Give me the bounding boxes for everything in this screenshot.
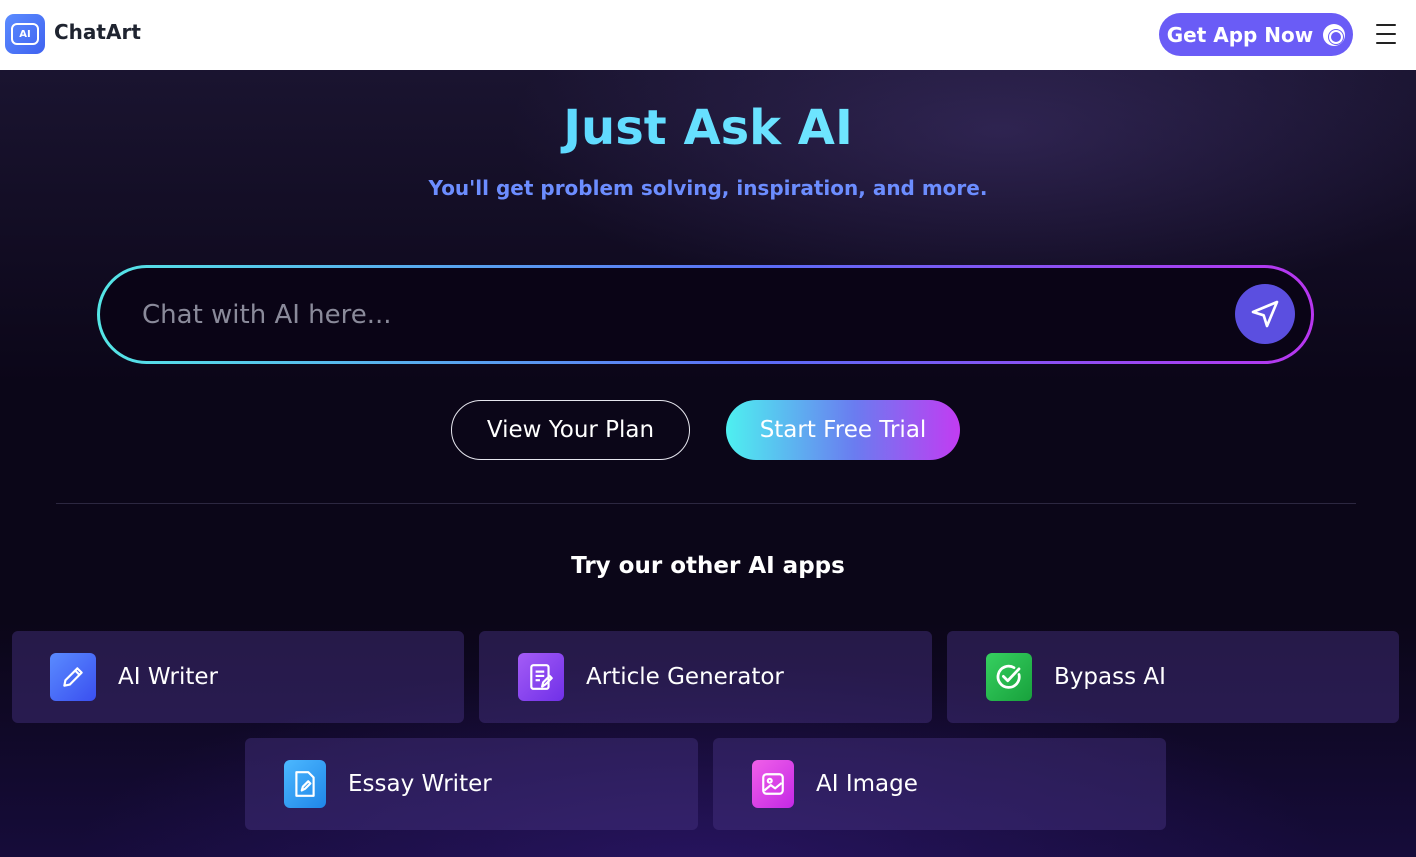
chrome-icon (1323, 23, 1346, 46)
app-card-ai-image[interactable]: AI Image (713, 738, 1166, 830)
app-label: Article Generator (586, 664, 784, 690)
start-free-trial-button[interactable]: Start Free Trial (726, 400, 960, 460)
get-app-button[interactable]: Get App Now (1159, 13, 1353, 56)
check-circle-icon (986, 653, 1032, 701)
chat-box-inner (100, 268, 1311, 361)
app-label: Essay Writer (348, 771, 492, 797)
top-navbar: AI ChatArt Get App Now (0, 0, 1416, 70)
chatart-logo-icon[interactable]: AI (5, 14, 45, 54)
pencil-icon (50, 653, 96, 701)
other-apps-heading: Try our other AI apps (571, 553, 845, 579)
divider (56, 503, 1356, 504)
app-card-bypass-ai[interactable]: Bypass AI (947, 631, 1399, 723)
send-button[interactable] (1235, 284, 1295, 344)
app-label: AI Image (816, 771, 918, 797)
get-app-label: Get App Now (1166, 22, 1314, 47)
article-icon (518, 653, 564, 701)
brand-name[interactable]: ChatArt (54, 20, 141, 44)
chat-box (97, 265, 1314, 364)
app-label: Bypass AI (1054, 664, 1166, 690)
chat-input[interactable] (142, 290, 1222, 340)
app-card-article-generator[interactable]: Article Generator (479, 631, 932, 723)
app-card-essay-writer[interactable]: Essay Writer (245, 738, 698, 830)
hamburger-menu-icon[interactable] (1376, 24, 1396, 44)
image-icon (752, 760, 794, 808)
logo-text: AI (11, 23, 39, 45)
view-plan-button[interactable]: View Your Plan (451, 400, 690, 460)
app-label: AI Writer (118, 664, 219, 690)
app-card-ai-writer[interactable]: AI Writer (12, 631, 464, 723)
send-icon (1251, 300, 1279, 328)
page-subtitle: You'll get problem solving, inspiration,… (428, 176, 988, 200)
page-title: Just Ask AI (0, 100, 1416, 156)
document-edit-icon (284, 760, 326, 808)
